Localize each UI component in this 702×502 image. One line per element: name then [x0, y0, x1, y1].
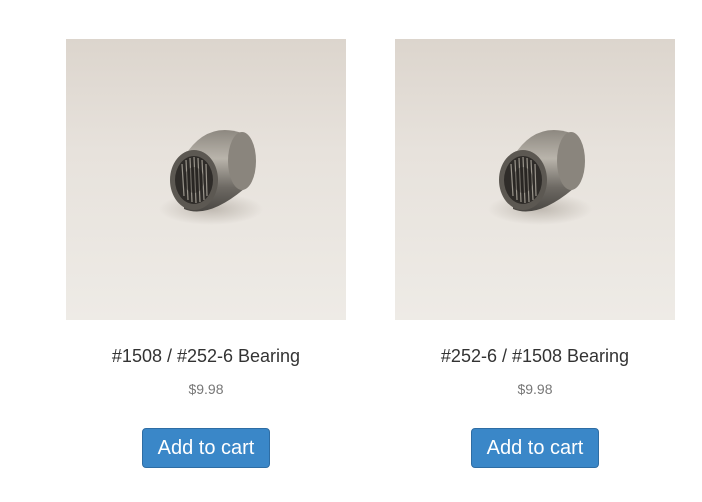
- bearing-photo-icon: [488, 130, 592, 225]
- add-to-cart-button[interactable]: Add to cart: [471, 428, 599, 468]
- product-image[interactable]: [66, 39, 346, 320]
- product-title[interactable]: #252-6 / #1508 Bearing: [375, 346, 695, 367]
- bearing-photo-icon: [159, 130, 263, 225]
- product-image[interactable]: [395, 39, 675, 320]
- product-price: $9.98: [517, 381, 553, 397]
- product-title[interactable]: #1508 / #252-6 Bearing: [46, 346, 366, 367]
- add-to-cart-button[interactable]: Add to cart: [142, 428, 270, 468]
- product-price: $9.98: [188, 381, 224, 397]
